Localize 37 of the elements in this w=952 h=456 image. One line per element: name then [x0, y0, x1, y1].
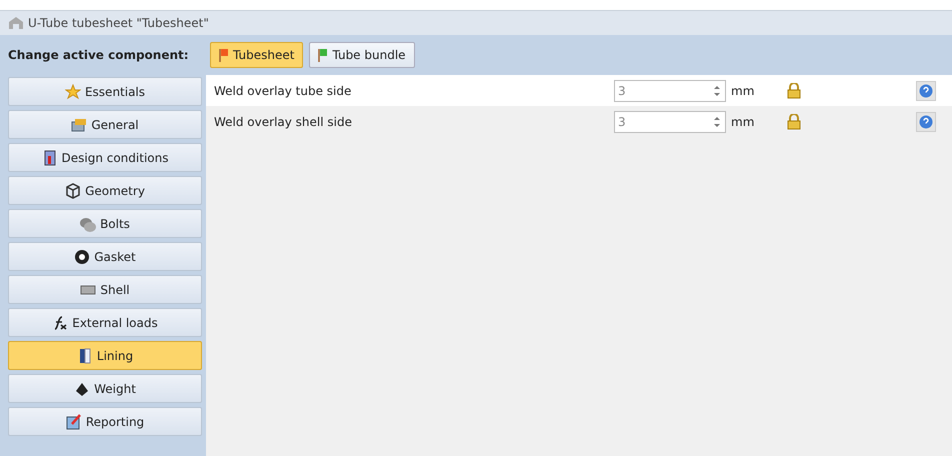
section-icon: [74, 248, 90, 264]
sidebar-item[interactable]: Bolts: [8, 209, 202, 238]
app-icon: [8, 16, 24, 30]
section-icon: [42, 150, 58, 166]
sidebar-item[interactable]: Essentials: [8, 77, 202, 106]
sidebar-item[interactable]: Design conditions: [8, 143, 202, 172]
section-icon: [74, 380, 90, 396]
number-field[interactable]: 3: [614, 80, 726, 102]
unit-label: mm: [730, 84, 756, 98]
sidebar-item[interactable]: Geometry: [8, 176, 202, 205]
sidebar-item[interactable]: External loads: [8, 308, 202, 337]
unit-label: mm: [730, 114, 756, 128]
field-label: Weld overlay shell side: [214, 114, 353, 128]
lock-icon[interactable]: [787, 82, 801, 98]
window-title: U-Tube tubesheet "Tubesheet": [28, 16, 209, 30]
lock-icon[interactable]: [787, 114, 801, 130]
help-icon: [919, 114, 933, 128]
section-icon: [52, 314, 68, 330]
number-field[interactable]: 3: [614, 110, 726, 132]
section-icon: [80, 216, 96, 232]
sidebar-item[interactable]: Shell: [8, 275, 202, 304]
sidebar-item[interactable]: Lining: [8, 341, 202, 370]
sidebar-item[interactable]: General: [8, 110, 202, 139]
section-icon: [71, 116, 88, 132]
help-icon: [919, 84, 933, 98]
sidebar-item[interactable]: Weight: [8, 374, 202, 403]
component-tab[interactable]: Tube bundle: [309, 42, 415, 68]
component-label: Change active component:: [8, 48, 190, 62]
section-icon: [65, 182, 82, 198]
component-tab[interactable]: Tubesheet: [210, 42, 304, 68]
field-label: Weld overlay tube side: [214, 84, 352, 98]
sidebar-item[interactable]: Reporting: [8, 407, 202, 436]
help-button[interactable]: [916, 80, 936, 100]
section-icon: [64, 84, 81, 100]
help-button[interactable]: [916, 112, 936, 132]
section-icon: [66, 414, 82, 430]
sidebar-item[interactable]: Gasket: [8, 242, 202, 271]
